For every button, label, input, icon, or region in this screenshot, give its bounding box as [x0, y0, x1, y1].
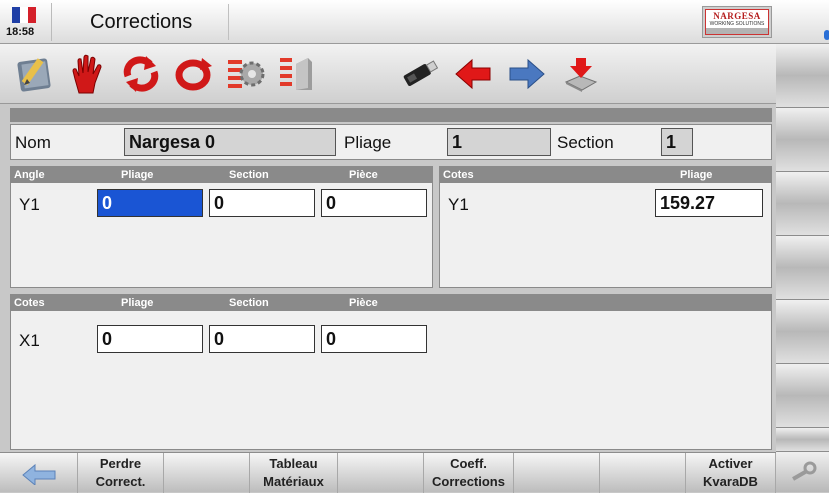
arrow-left-icon	[21, 463, 55, 485]
cotes-y-panel-header: Cotes Pliage	[440, 167, 771, 183]
side-button[interactable]	[776, 300, 829, 364]
logo-tagline: WORKING SOLUTIONS	[709, 20, 765, 27]
name-field: Nargesa 0	[124, 128, 336, 156]
coeff-corrections-line1: Coeff.	[450, 456, 487, 471]
cotes-x-panel: Cotes Pliage Section Pièce X1 0 0 0	[10, 294, 772, 450]
side-button[interactable]	[776, 428, 829, 452]
main-content: Nom Nargesa 0 Pliage 1 Section 1 Angle P…	[10, 108, 772, 452]
rotate-icon[interactable]	[172, 52, 214, 96]
materials-table-line1: Tableau	[269, 456, 318, 471]
logo-brand: NARGESA	[713, 10, 761, 21]
status-indicator	[824, 30, 829, 40]
back-button[interactable]	[0, 453, 78, 493]
side-button[interactable]	[776, 364, 829, 428]
settings-list-icon[interactable]	[224, 52, 266, 96]
section-field: 1	[661, 128, 693, 156]
materials-table-line2: Matériaux	[263, 474, 324, 489]
side-button[interactable]	[776, 108, 829, 172]
arrow-right-icon[interactable]	[506, 52, 548, 96]
angle-piece-input[interactable]: 0	[321, 189, 427, 217]
lose-correction-button[interactable]: Perdre Correct.	[78, 453, 164, 493]
hand-stop-icon[interactable]	[66, 52, 108, 96]
cotes-y-bend-input[interactable]: 159.27	[655, 189, 763, 217]
coeff-corrections-line2: Corrections	[432, 474, 505, 489]
side-button[interactable]	[776, 44, 829, 108]
materials-table-button[interactable]: Tableau Matériaux	[250, 453, 338, 493]
coeff-corrections-button[interactable]: Coeff. Corrections	[424, 453, 514, 493]
refresh-cycle-icon[interactable]	[120, 52, 162, 96]
empty-slot	[600, 453, 686, 493]
info-row: Nom Nargesa 0 Pliage 1 Section 1	[10, 124, 772, 160]
empty-slot	[514, 453, 600, 493]
angle-section-input[interactable]: 0	[209, 189, 315, 217]
activate-kvaradb-button[interactable]: Activer KvaraDB	[686, 453, 776, 493]
side-button[interactable]	[776, 236, 829, 300]
bottom-bar: Perdre Correct. Tableau Matériaux Coeff.…	[0, 452, 776, 493]
activate-kvaradb-line2: KvaraDB	[703, 474, 758, 489]
lose-correction-line2: Correct.	[95, 474, 146, 489]
name-label: Nom	[15, 133, 51, 152]
checklist-icon[interactable]	[276, 52, 318, 96]
bend-field: 1	[447, 128, 551, 156]
cotes-x-section-input[interactable]: 0	[209, 325, 315, 353]
section-header: Section	[229, 297, 269, 309]
side-button-strip	[776, 44, 829, 492]
toolbar	[0, 44, 776, 104]
lose-correction-line1: Perdre	[99, 456, 142, 471]
usb-drive-icon[interactable]	[398, 52, 440, 96]
bend-header: Pliage	[121, 297, 154, 309]
activate-kvaradb-line1: Activer	[708, 456, 753, 471]
edit-icon[interactable]	[14, 52, 56, 96]
cotes-header: Cotes	[14, 297, 45, 309]
france-flag-icon	[12, 7, 36, 23]
angle-panel-header: Angle Pliage Section Pièce	[11, 167, 432, 183]
angle-header: Angle	[14, 169, 45, 181]
download-icon[interactable]	[560, 52, 602, 96]
angle-panel: Angle Pliage Section Pièce Y1 0 0 0	[10, 166, 433, 288]
x1-label: X1	[19, 331, 40, 350]
bend-header: Pliage	[680, 169, 713, 181]
clock: 18:58	[6, 26, 35, 38]
piece-header: Pièce	[349, 169, 378, 181]
cotes-header: Cotes	[443, 169, 474, 181]
divider	[228, 4, 229, 40]
side-button[interactable]	[776, 172, 829, 236]
empty-slot	[164, 453, 250, 493]
y1-label: Y1	[448, 195, 469, 214]
language-selector[interactable]: 18:58	[4, 3, 52, 41]
section-label: Section	[557, 133, 614, 152]
page-title: Corrections	[90, 11, 193, 33]
cotes-x-bend-input[interactable]: 0	[97, 325, 203, 353]
cotes-x-piece-input[interactable]: 0	[321, 325, 427, 353]
arrow-left-icon[interactable]	[452, 52, 494, 96]
wrench-icon	[791, 461, 816, 481]
bend-header: Pliage	[121, 169, 154, 181]
section-header-bar	[10, 108, 772, 122]
cotes-y-panel: Cotes Pliage Y1 159.27	[439, 166, 772, 288]
company-logo: NARGESA WORKING SOLUTIONS	[702, 6, 772, 38]
empty-slot	[338, 453, 424, 493]
y1-label: Y1	[19, 195, 40, 214]
section-header: Section	[229, 169, 269, 181]
cotes-x-panel-header: Cotes Pliage Section Pièce	[11, 295, 771, 311]
tools-button[interactable]	[776, 452, 829, 492]
bend-label: Pliage	[344, 133, 392, 152]
piece-header: Pièce	[349, 297, 378, 309]
top-bar: 18:58 Corrections NARGESA WORKING SOLUTI…	[0, 0, 829, 44]
angle-bend-input[interactable]: 0	[97, 189, 203, 217]
